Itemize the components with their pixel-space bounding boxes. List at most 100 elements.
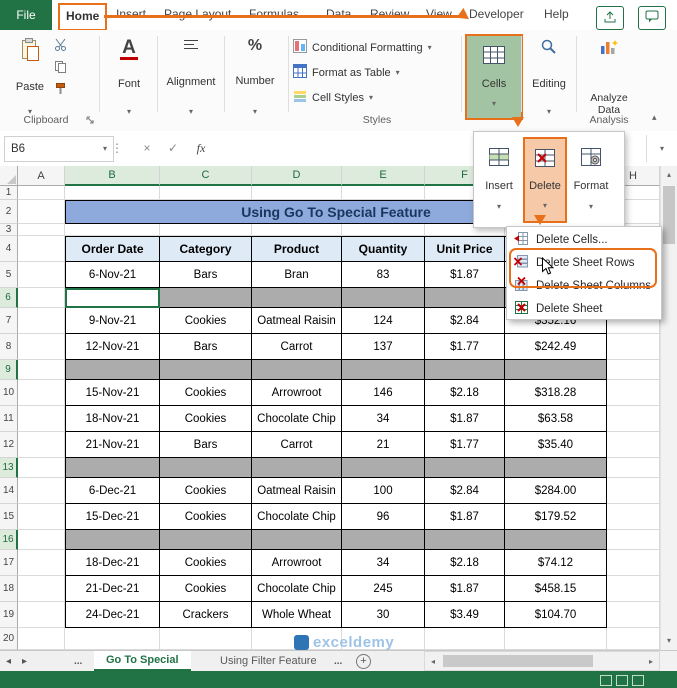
row-header-6[interactable]: 6: [0, 288, 18, 308]
cell-A18[interactable]: [18, 576, 65, 602]
copy-button[interactable]: [54, 60, 67, 76]
row-header-19[interactable]: 19: [0, 602, 18, 628]
cell-C20[interactable]: [160, 628, 252, 650]
cell-D5[interactable]: Bran: [252, 262, 342, 288]
cell-E4[interactable]: Quantity: [342, 236, 425, 262]
cell-B12[interactable]: 21-Nov-21: [65, 432, 160, 458]
row-header-4[interactable]: 4: [0, 236, 18, 262]
cell-B5[interactable]: 6-Nov-21: [65, 262, 160, 288]
cell-F10[interactable]: $2.18: [425, 380, 505, 406]
cell-A13[interactable]: [18, 458, 65, 478]
cell-A19[interactable]: [18, 602, 65, 628]
cell-C8[interactable]: Bars: [160, 334, 252, 360]
row-header-9[interactable]: 9: [0, 360, 18, 380]
row-header-17[interactable]: 17: [0, 550, 18, 576]
cell-A11[interactable]: [18, 406, 65, 432]
scroll-left-icon[interactable]: ◂: [427, 655, 439, 668]
cell-A7[interactable]: [18, 308, 65, 334]
cell-E13[interactable]: [342, 458, 425, 478]
cell-D16[interactable]: [252, 530, 342, 550]
cell-E3[interactable]: [342, 224, 425, 236]
cell-G12[interactable]: $35.40: [505, 432, 607, 458]
format-as-table-button[interactable]: Format as Table ▾: [293, 60, 461, 85]
cell-G18[interactable]: $458.15: [505, 576, 607, 602]
cell-F9[interactable]: [425, 360, 505, 380]
cell-E10[interactable]: 146: [342, 380, 425, 406]
cell-H19[interactable]: [607, 602, 660, 628]
cell-E12[interactable]: 21: [342, 432, 425, 458]
row-header-11[interactable]: 11: [0, 406, 18, 432]
cell-A16[interactable]: [18, 530, 65, 550]
cell-A8[interactable]: [18, 334, 65, 360]
cell-H12[interactable]: [607, 432, 660, 458]
cell-B20[interactable]: [65, 628, 160, 650]
cell-E8[interactable]: 137: [342, 334, 425, 360]
collapse-ribbon-icon[interactable]: ▴: [652, 112, 657, 123]
font-group-button[interactable]: A Font ▾: [103, 36, 155, 116]
cell-F20[interactable]: [425, 628, 505, 650]
cell-F16[interactable]: [425, 530, 505, 550]
cancel-icon[interactable]: ×: [136, 136, 158, 160]
column-header-A[interactable]: A: [18, 166, 65, 186]
name-box[interactable]: B6 ▾: [4, 136, 114, 162]
row-header-10[interactable]: 10: [0, 380, 18, 406]
cell-C12[interactable]: Bars: [160, 432, 252, 458]
cell-A17[interactable]: [18, 550, 65, 576]
format-button[interactable]: Format ▾: [569, 137, 613, 223]
row-header-8[interactable]: 8: [0, 334, 18, 360]
cell-B8[interactable]: 12-Nov-21: [65, 334, 160, 360]
tab-developer[interactable]: Developer: [463, 3, 530, 27]
cell-C16[interactable]: [160, 530, 252, 550]
scroll-right-icon[interactable]: ▸: [645, 655, 657, 668]
cell-C6[interactable]: [160, 288, 252, 308]
cell-H9[interactable]: [607, 360, 660, 380]
cell-B18[interactable]: 21-Dec-21: [65, 576, 160, 602]
cell-A4[interactable]: [18, 236, 65, 262]
alignment-group-button[interactable]: Alignment ▾: [160, 36, 222, 116]
sheet-tab-using-filter-feature[interactable]: Using Filter Feature: [212, 651, 325, 671]
cell-F13[interactable]: [425, 458, 505, 478]
cell-A2[interactable]: [18, 200, 65, 224]
cell-D7[interactable]: Oatmeal Raisin: [252, 308, 342, 334]
cell-H16[interactable]: [607, 530, 660, 550]
editing-group-button[interactable]: Editing ▾: [524, 36, 574, 116]
cell-E9[interactable]: [342, 360, 425, 380]
cell-F12[interactable]: $1.77: [425, 432, 505, 458]
cell-E6[interactable]: [342, 288, 425, 308]
cell-A10[interactable]: [18, 380, 65, 406]
insert-button[interactable]: Insert ▾: [477, 137, 521, 223]
cell-A6[interactable]: [18, 288, 65, 308]
cell-F18[interactable]: $1.87: [425, 576, 505, 602]
cell-F6[interactable]: [425, 288, 505, 308]
cell-C11[interactable]: Cookies: [160, 406, 252, 432]
cell-B6[interactable]: [65, 288, 160, 308]
conditional-formatting-button[interactable]: Conditional Formatting ▾: [293, 35, 461, 60]
cell-C14[interactable]: Cookies: [160, 478, 252, 504]
cell-D18[interactable]: Chocolate Chip: [252, 576, 342, 602]
cell-A9[interactable]: [18, 360, 65, 380]
tab-help[interactable]: Help: [538, 3, 575, 27]
column-header-C[interactable]: C: [160, 166, 252, 186]
cell-H14[interactable]: [607, 478, 660, 504]
column-header-D[interactable]: D: [252, 166, 342, 186]
row-header-3[interactable]: 3: [0, 224, 18, 236]
cell-C15[interactable]: Cookies: [160, 504, 252, 530]
row-header-20[interactable]: 20: [0, 628, 18, 650]
page-layout-view-icon[interactable]: [616, 675, 628, 686]
cell-C4[interactable]: Category: [160, 236, 252, 262]
cell-D1[interactable]: [252, 186, 342, 200]
row-header-12[interactable]: 12: [0, 432, 18, 458]
cell-H15[interactable]: [607, 504, 660, 530]
number-group-button[interactable]: % Number ▾: [227, 36, 283, 116]
cell-F15[interactable]: $1.87: [425, 504, 505, 530]
cell-B13[interactable]: [65, 458, 160, 478]
cell-H18[interactable]: [607, 576, 660, 602]
select-all-corner[interactable]: [0, 166, 18, 186]
cell-C13[interactable]: [160, 458, 252, 478]
name-box-splitter[interactable]: ⋮: [106, 136, 128, 160]
row-header-7[interactable]: 7: [0, 308, 18, 334]
cell-G14[interactable]: $284.00: [505, 478, 607, 504]
cell-F14[interactable]: $2.84: [425, 478, 505, 504]
cell-B17[interactable]: 18-Dec-21: [65, 550, 160, 576]
row-header-16[interactable]: 16: [0, 530, 18, 550]
